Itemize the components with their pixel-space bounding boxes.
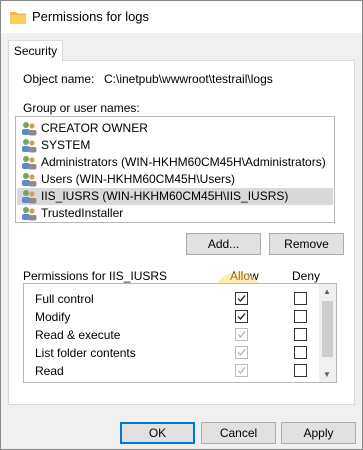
checkmark-icon: [237, 331, 246, 339]
permission-label: Read: [35, 364, 64, 378]
permission-label: Modify: [35, 310, 71, 324]
list-item[interactable]: Users (WIN-HKHM60CM45H\Users): [17, 171, 333, 188]
allow-checkbox: [235, 364, 248, 377]
allow-checkbox[interactable]: [235, 310, 248, 323]
permissions-list: Full control Modify Read & execute List …: [23, 283, 337, 383]
tab-security[interactable]: Security: [8, 40, 63, 61]
deny-checkbox[interactable]: [294, 292, 307, 305]
users-icon: [22, 122, 37, 136]
list-item-label: CREATOR OWNER: [41, 121, 148, 135]
permission-label: List folder contents: [35, 346, 136, 360]
group-user-list[interactable]: CREATOR OWNER SYSTEM Administrators (WIN…: [15, 116, 335, 223]
allow-checkbox: [235, 382, 248, 383]
list-item[interactable]: SYSTEM: [17, 137, 333, 154]
allow-checkbox: [235, 346, 248, 359]
permissions-dialog: Permissions for logs Security Object nam…: [0, 0, 363, 450]
permission-row: List folder contents: [24, 344, 324, 362]
ok-button[interactable]: OK: [120, 422, 195, 444]
list-item-label: TrustedInstaller: [41, 206, 124, 220]
permission-row: Read: [24, 362, 324, 380]
permissions-header: Permissions for IIS_IUSRS: [23, 269, 168, 283]
folder-icon: [10, 12, 26, 24]
permission-row: Full control: [24, 290, 324, 308]
list-item-label: SYSTEM: [41, 138, 91, 152]
permission-row: Modify: [24, 308, 324, 326]
deny-checkbox[interactable]: [294, 346, 307, 359]
list-item[interactable]: TrustedInstaller: [17, 205, 333, 222]
deny-checkbox[interactable]: [294, 328, 307, 341]
permission-row: Read & execute: [24, 326, 324, 344]
list-item[interactable]: Administrators (WIN-HKHM60CM45H\Administ…: [17, 154, 333, 171]
remove-button[interactable]: Remove: [269, 233, 344, 255]
list-item-label: Administrators (WIN-HKHM60CM45H\Administ…: [41, 155, 326, 169]
deny-checkbox[interactable]: [294, 382, 307, 383]
users-icon: [22, 173, 37, 187]
list-item-selected[interactable]: IIS_IUSRS (WIN-HKHM60CM45H\IIS_IUSRS): [17, 188, 333, 205]
list-item[interactable]: CREATOR OWNER: [17, 120, 333, 137]
deny-checkbox[interactable]: [294, 364, 307, 377]
checkmark-icon: [237, 367, 246, 375]
users-icon: [22, 139, 37, 153]
allow-checkbox[interactable]: [235, 292, 248, 305]
scroll-up-icon[interactable]: ▲: [323, 287, 331, 296]
permission-label: Full control: [35, 292, 94, 306]
cancel-button[interactable]: Cancel: [201, 422, 276, 444]
group-names-label: Group or user names:: [23, 101, 140, 115]
list-item-label: IIS_IUSRS (WIN-HKHM60CM45H\IIS_IUSRS): [41, 189, 289, 203]
list-item-label: Users (WIN-HKHM60CM45H\Users): [41, 172, 236, 186]
scroll-thumb[interactable]: [322, 301, 333, 357]
deny-column-header: Deny: [292, 269, 321, 283]
permission-label: Read & execute: [35, 328, 121, 342]
checkmark-icon: [237, 349, 246, 357]
users-icon: [22, 190, 37, 204]
add-button[interactable]: Add...: [186, 233, 261, 255]
users-icon: [22, 156, 37, 170]
title-bar: Permissions for logs: [1, 1, 362, 33]
users-icon: [22, 207, 37, 221]
deny-checkbox[interactable]: [294, 310, 307, 323]
allow-checkbox: [235, 328, 248, 341]
checkmark-icon: [237, 295, 246, 303]
permission-row-partial: [24, 380, 324, 383]
object-name-value: C:\inetpub\wwwroot\testrail\logs: [104, 72, 273, 86]
permissions-scrollbar[interactable]: ▲ ▼: [319, 284, 336, 382]
checkmark-icon: [237, 313, 246, 321]
apply-button[interactable]: Apply: [281, 422, 356, 444]
object-name-label: Object name:: [23, 72, 95, 86]
scroll-down-icon[interactable]: ▼: [323, 370, 331, 379]
window-title: Permissions for logs: [32, 9, 150, 24]
